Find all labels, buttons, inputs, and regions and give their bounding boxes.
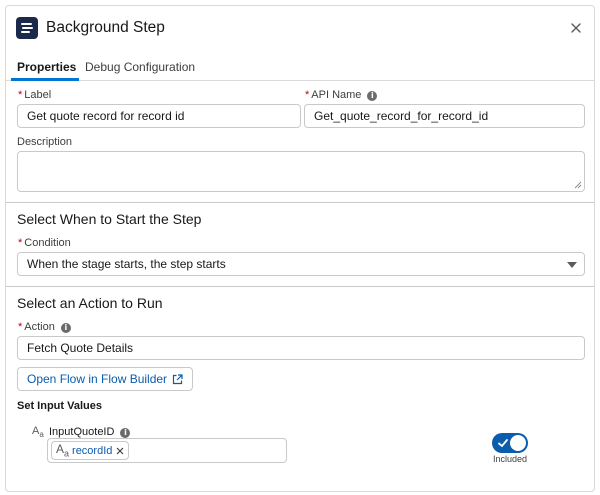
- record-id-pill[interactable]: Aa recordId: [51, 441, 130, 460]
- info-icon[interactable]: i: [367, 91, 378, 101]
- required-marker: *: [305, 89, 310, 101]
- required-marker: *: [18, 321, 23, 333]
- required-marker: *: [18, 89, 23, 101]
- included-label: Included: [493, 454, 528, 464]
- api-name-field-label: * API Name i: [305, 89, 378, 101]
- external-link-icon: [172, 370, 183, 392]
- tab-debug-configuration[interactable]: Debug Configuration: [85, 60, 195, 74]
- tab-bar: Properties Debug Configuration: [6, 52, 594, 81]
- input-param-label: InputQuoteID i: [49, 426, 131, 438]
- background-step-panel: Background Step Properties Debug Configu…: [5, 5, 595, 492]
- action-section-title: Select an Action to Run: [17, 295, 163, 311]
- background-step-icon: [16, 17, 38, 39]
- description-textarea[interactable]: [17, 151, 585, 192]
- tab-properties[interactable]: Properties: [17, 60, 76, 74]
- remove-pill-icon[interactable]: [116, 443, 124, 458]
- set-input-values-title: Set Input Values: [17, 400, 102, 412]
- api-name-input[interactable]: Get_quote_record_for_record_id: [304, 104, 585, 128]
- condition-selected-value: When the stage starts, the step starts: [27, 257, 226, 271]
- description-label: Description: [17, 136, 73, 148]
- included-toggle[interactable]: [492, 433, 528, 453]
- label-input[interactable]: Get quote record for record id: [17, 104, 301, 128]
- action-label: * Action i: [18, 321, 71, 333]
- active-tab-indicator: [11, 78, 79, 81]
- label-field-label: * Label: [18, 89, 52, 101]
- panel-title: Background Step: [46, 19, 165, 36]
- condition-label: * Condition: [18, 237, 71, 249]
- open-flow-button[interactable]: Open Flow in Flow Builder: [17, 367, 194, 392]
- input-value-field[interactable]: Aa recordId: [47, 438, 287, 463]
- info-icon[interactable]: i: [120, 428, 131, 438]
- text-type-icon: Aa: [56, 442, 70, 459]
- action-input[interactable]: Fetch Quote Details: [17, 336, 585, 360]
- chevron-down-icon: [567, 262, 577, 268]
- close-icon[interactable]: [567, 19, 585, 37]
- panel-header: Background Step: [6, 6, 594, 52]
- section-divider: [6, 202, 594, 203]
- text-type-icon: Aa: [32, 425, 44, 440]
- toggle-knob: [510, 435, 526, 451]
- section-divider: [6, 286, 594, 287]
- start-section-title: Select When to Start the Step: [17, 211, 202, 227]
- checkmark-icon: [498, 439, 508, 448]
- condition-select[interactable]: When the stage starts, the step starts: [17, 252, 585, 276]
- required-marker: *: [18, 237, 23, 249]
- info-icon[interactable]: i: [60, 323, 71, 333]
- resize-handle-icon[interactable]: [574, 181, 582, 189]
